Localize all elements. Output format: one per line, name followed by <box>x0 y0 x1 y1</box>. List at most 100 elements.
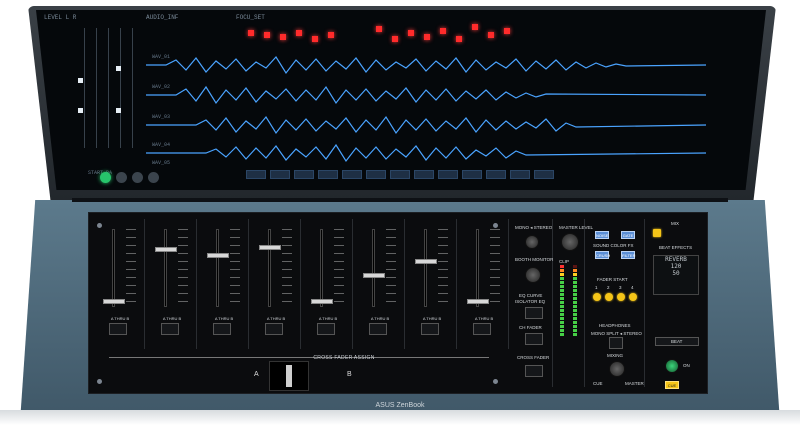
channel-fader[interactable] <box>155 247 177 252</box>
fader-start-label: FADER START <box>597 277 628 282</box>
channel-fader[interactable] <box>363 273 385 278</box>
booth-monitor-label: BOOTH MONITOR <box>515 257 554 262</box>
crossfader-assign-switch[interactable] <box>369 323 387 335</box>
mixing-knob[interactable] <box>609 361 625 377</box>
channel-fader[interactable] <box>415 259 437 264</box>
pad-button[interactable] <box>456 36 462 42</box>
pad-button[interactable] <box>440 28 446 34</box>
pad-button[interactable] <box>504 28 510 34</box>
crossfader-assign-switch[interactable] <box>317 323 335 335</box>
waveform <box>146 115 706 135</box>
fx-on-knob[interactable] <box>665 359 679 373</box>
level-marker <box>78 108 83 113</box>
level-label: LEVEL L R <box>44 14 77 21</box>
lcd-bpm: 120 <box>670 263 682 270</box>
pad-button[interactable] <box>328 32 334 38</box>
fx-filter-button[interactable]: FILTER <box>621 251 635 259</box>
screen-button[interactable] <box>294 170 314 179</box>
crossfader-assign-switch[interactable] <box>161 323 179 335</box>
hinge <box>72 198 728 202</box>
pad-button[interactable] <box>296 30 302 36</box>
ch-fader-curve-switch[interactable] <box>525 333 543 345</box>
control-knob[interactable] <box>116 172 127 183</box>
cue-button[interactable]: CUE <box>665 381 679 389</box>
channel-fader[interactable] <box>311 299 333 304</box>
channel-strip-4: A THRU B <box>249 219 301 349</box>
eq-curve-label: EQ CURVE <box>519 293 543 298</box>
screen-button[interactable] <box>462 170 482 179</box>
screen-button[interactable] <box>414 170 434 179</box>
lcd-value: 50 <box>672 270 680 277</box>
pad-button[interactable] <box>264 32 270 38</box>
screen-button[interactable] <box>438 170 458 179</box>
effects-lcd: REVERB 120 50 <box>653 255 699 295</box>
channel-strip-6: A THRU B <box>353 219 405 349</box>
fader-start-button-1[interactable] <box>593 293 601 301</box>
pad-button[interactable] <box>392 36 398 42</box>
crossfader-assign-switch[interactable] <box>109 323 127 335</box>
crossfader-assign-switch[interactable] <box>213 323 231 335</box>
waveform-track-2[interactable]: WAV_02 <box>146 84 706 106</box>
screen-button[interactable] <box>246 170 266 179</box>
sound-color-fx-label: SOUND COLOR FX <box>593 243 634 248</box>
crossfader-cap[interactable] <box>286 365 292 387</box>
master-meter-left <box>560 265 564 337</box>
booth-monitor-knob[interactable] <box>525 267 541 283</box>
fx-on-button[interactable] <box>653 229 661 237</box>
crossfader-assign-switch[interactable] <box>265 323 283 335</box>
screen-button[interactable] <box>318 170 338 179</box>
waveform-track-1[interactable]: WAV_01 <box>146 54 706 76</box>
pad-button[interactable] <box>408 30 414 36</box>
fx-noise-button[interactable]: NOISE <box>595 231 609 239</box>
screen-button[interactable] <box>510 170 530 179</box>
crossfader-assign-switch[interactable] <box>473 323 491 335</box>
fx-crush-button[interactable]: CRUSH <box>595 251 610 259</box>
control-knob[interactable] <box>132 172 143 183</box>
crossfader[interactable] <box>269 361 309 391</box>
pad-button[interactable] <box>424 34 430 40</box>
channel-strip-7: A THRU B <box>405 219 457 349</box>
eq-curve-switch[interactable] <box>525 307 543 319</box>
clip-label: CLIP <box>559 259 570 264</box>
screen-button[interactable] <box>390 170 410 179</box>
screen-button[interactable] <box>342 170 362 179</box>
pad-button[interactable] <box>280 34 286 40</box>
crossfader-assign-switch[interactable] <box>421 323 439 335</box>
channel-strip-3: A THRU B <box>197 219 249 349</box>
fx-gate-button[interactable]: GATE <box>621 231 635 239</box>
laptop-screen: LEVEL L R AUDIO_INF FOCU_SET START BA WA… <box>36 10 766 190</box>
fader-start-button-3[interactable] <box>617 293 625 301</box>
lcd-effect-name: REVERB <box>665 256 687 263</box>
screen-button[interactable] <box>270 170 290 179</box>
cross-fader-curve-switch[interactable] <box>525 365 543 377</box>
side-b-label: B <box>347 371 352 378</box>
pad-button[interactable] <box>488 32 494 38</box>
audio-info-label: AUDIO_INF <box>146 14 179 21</box>
fader-start-button-2[interactable] <box>605 293 613 301</box>
mix-label: MIX <box>671 221 680 226</box>
focus-set-label: FOCU_SET <box>236 14 265 21</box>
screen-button[interactable] <box>534 170 554 179</box>
master-level-label: MASTER LEVEL <box>559 225 594 230</box>
fx-section: NOISE GATE SOUND COLOR FX CRUSH FILTER F… <box>589 219 645 387</box>
screen-button[interactable] <box>366 170 386 179</box>
waveform <box>146 56 706 75</box>
mono-stereo-knob[interactable] <box>525 235 539 249</box>
channel-fader[interactable] <box>103 299 125 304</box>
pad-button[interactable] <box>312 36 318 42</box>
screen-button[interactable] <box>486 170 506 179</box>
pad-button[interactable] <box>248 30 254 36</box>
headphones-mono-switch[interactable] <box>609 337 623 349</box>
channel-fader[interactable] <box>259 245 281 250</box>
pad-button[interactable] <box>472 24 478 30</box>
play-button[interactable] <box>100 172 111 183</box>
beat-effects-section: MIX BEAT EFFECTS REVERB 120 50 BEAT ON C… <box>647 219 707 395</box>
level-marker <box>116 108 121 113</box>
dj-mixer-panel: A THRU B A THRU B A THRU B A THRU B A TH… <box>88 212 708 394</box>
channel-fader[interactable] <box>467 299 489 304</box>
pad-button[interactable] <box>376 26 382 32</box>
fader-start-button-4[interactable] <box>629 293 637 301</box>
channel-fader[interactable] <box>207 253 229 258</box>
master-level-knob[interactable] <box>561 233 579 251</box>
waveform-track-3[interactable]: WAV_03 <box>146 114 706 136</box>
